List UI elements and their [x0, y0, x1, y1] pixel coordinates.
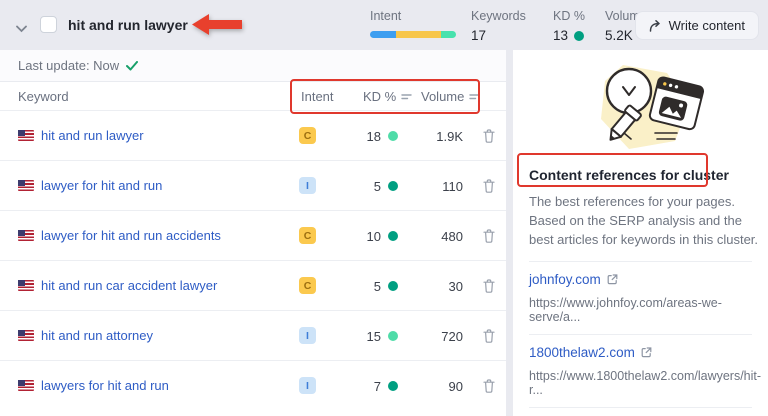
content-references-panel: Content references for cluster The best …	[513, 50, 768, 416]
cluster-checkbox[interactable]	[40, 16, 57, 33]
kd-difficulty-dot	[388, 281, 398, 291]
kd-header-label: KD %	[363, 89, 397, 104]
keyword-link[interactable]: hit and run car accident lawyer	[41, 278, 217, 293]
us-flag-icon	[18, 180, 34, 191]
chevron-down-icon[interactable]	[16, 20, 27, 38]
trash-icon[interactable]	[483, 329, 495, 348]
reference-domain-link[interactable]: 1800thelaw2.com	[529, 345, 652, 360]
volume-header-label: Volume	[421, 89, 465, 104]
intent-segment-commercial	[395, 31, 441, 38]
stat-intent: Intent	[370, 9, 456, 38]
last-update-text: Last update: Now	[18, 58, 120, 73]
stat-keywords: Keywords 17	[471, 9, 526, 43]
trash-icon[interactable]	[483, 229, 495, 248]
table-row: hit and run attorney I 15 720	[0, 310, 506, 360]
reference-domain-link[interactable]: johnfoy.com	[529, 272, 618, 287]
table-header-row: Keyword Intent KD % Volume	[0, 82, 506, 110]
sort-icon	[401, 94, 412, 100]
kd-cell-value: 10	[366, 228, 381, 244]
lightbulb-idea-illustration	[600, 65, 704, 149]
intent-badge: C	[299, 127, 316, 144]
volume-cell-value: 720	[441, 328, 463, 344]
keywords-value: 17	[471, 28, 487, 43]
external-link-icon	[641, 347, 652, 357]
keywords-label: Keywords	[471, 9, 526, 23]
trash-icon[interactable]	[483, 279, 495, 298]
reference-domain-text: johnfoy.com	[529, 271, 601, 287]
us-flag-icon	[18, 230, 34, 241]
kd-cell-value: 5	[373, 278, 381, 294]
trash-icon[interactable]	[483, 129, 495, 148]
us-flag-icon	[18, 380, 34, 391]
kd-difficulty-dot	[388, 231, 398, 241]
write-content-button[interactable]: Write content	[634, 11, 759, 40]
table-row: lawyer for hit and run I 5 110	[0, 160, 506, 210]
kd-difficulty-dot	[388, 131, 398, 141]
keyword-link[interactable]: lawyers for hit and run	[41, 378, 169, 393]
kd-difficulty-dot	[388, 181, 398, 191]
kd-cell-value: 7	[373, 378, 381, 394]
us-flag-icon	[18, 130, 34, 141]
reference-domain-text: 1800thelaw2.com	[529, 344, 635, 360]
volume-cell-value: 110	[442, 178, 463, 194]
intent-badge: C	[299, 227, 316, 244]
column-header-volume[interactable]: Volume	[421, 89, 481, 104]
keyword-link[interactable]: lawyer for hit and run	[41, 178, 162, 193]
kd-cell-value: 5	[373, 178, 381, 194]
reference-url: https://www.johnfoy.com/areas-we-serve/a…	[529, 295, 722, 324]
intent-badge: I	[299, 177, 316, 194]
keyword-link[interactable]: lawyer for hit and run accidents	[41, 228, 221, 243]
volume-cell-value: 30	[448, 278, 463, 294]
write-content-label: Write content	[668, 18, 745, 33]
keyword-link[interactable]: hit and run lawyer	[41, 128, 144, 143]
volume-cell-value: 480	[441, 228, 463, 244]
volume-cell-value: 90	[448, 378, 463, 394]
kd-difficulty-dot	[388, 331, 398, 341]
update-check-icon	[126, 60, 139, 71]
volume-cell-value: 1.9K	[436, 128, 463, 144]
column-header-keyword: Keyword	[18, 89, 69, 104]
keyword-rows: hit and run lawyer C 18 1.9K lawyer for …	[0, 110, 506, 410]
kd-label: KD %	[553, 9, 585, 23]
stat-kd: KD % 13	[553, 9, 585, 43]
intent-badge: C	[299, 277, 316, 294]
reference-list: johnfoy.com https://www.johnfoy.com/area…	[529, 260, 762, 416]
keyword-table-panel: Last update: Now Keyword Intent KD % Vol…	[0, 50, 506, 416]
intent-distribution-bar	[370, 31, 456, 38]
column-header-intent: Intent	[301, 89, 334, 104]
external-link-icon	[607, 274, 618, 284]
cluster-title: hit and run lawyer	[68, 17, 188, 33]
intent-badge: I	[299, 377, 316, 394]
cluster-header-bar: hit and run lawyer Intent Keywords 17 KD…	[0, 0, 768, 50]
intent-segment-transactional	[440, 31, 456, 38]
intent-badge: I	[299, 327, 316, 344]
table-row: lawyers for hit and run I 7 90	[0, 360, 506, 410]
intent-label: Intent	[370, 9, 402, 23]
last-update-bar: Last update: Now	[0, 50, 506, 82]
kd-difficulty-dot	[574, 30, 585, 41]
intent-segment-informational	[370, 31, 396, 38]
table-row: hit and run car accident lawyer C 5 30	[0, 260, 506, 310]
list-item: 1800thelaw2.com https://www.1800thelaw2.…	[529, 333, 762, 407]
us-flag-icon	[18, 330, 34, 341]
reference-url: https://www.1800thelaw2.com/lawyers/hit-…	[529, 368, 762, 397]
trash-icon[interactable]	[483, 379, 495, 398]
us-flag-icon	[18, 280, 34, 291]
kd-cell-value: 15	[366, 328, 381, 344]
trash-icon[interactable]	[483, 179, 495, 198]
list-item: arashlaw.com https://arashlaw.com/practi…	[529, 406, 752, 416]
sidebar-heading: Content references for cluster	[529, 167, 729, 183]
keyword-link[interactable]: hit and run attorney	[41, 328, 153, 343]
sidebar-description: The best references for your pages. Base…	[529, 194, 759, 248]
list-item: johnfoy.com https://www.johnfoy.com/area…	[529, 260, 752, 334]
table-row: lawyer for hit and run accidents C 10 48…	[0, 210, 506, 260]
sort-icon	[469, 94, 481, 100]
write-content-arrow-icon	[649, 19, 662, 32]
column-header-kd[interactable]: KD %	[363, 89, 412, 104]
kd-value: 13	[553, 28, 569, 43]
kd-cell-value: 18	[366, 128, 381, 144]
kd-difficulty-dot	[388, 381, 398, 391]
table-row: hit and run lawyer C 18 1.9K	[0, 110, 506, 160]
